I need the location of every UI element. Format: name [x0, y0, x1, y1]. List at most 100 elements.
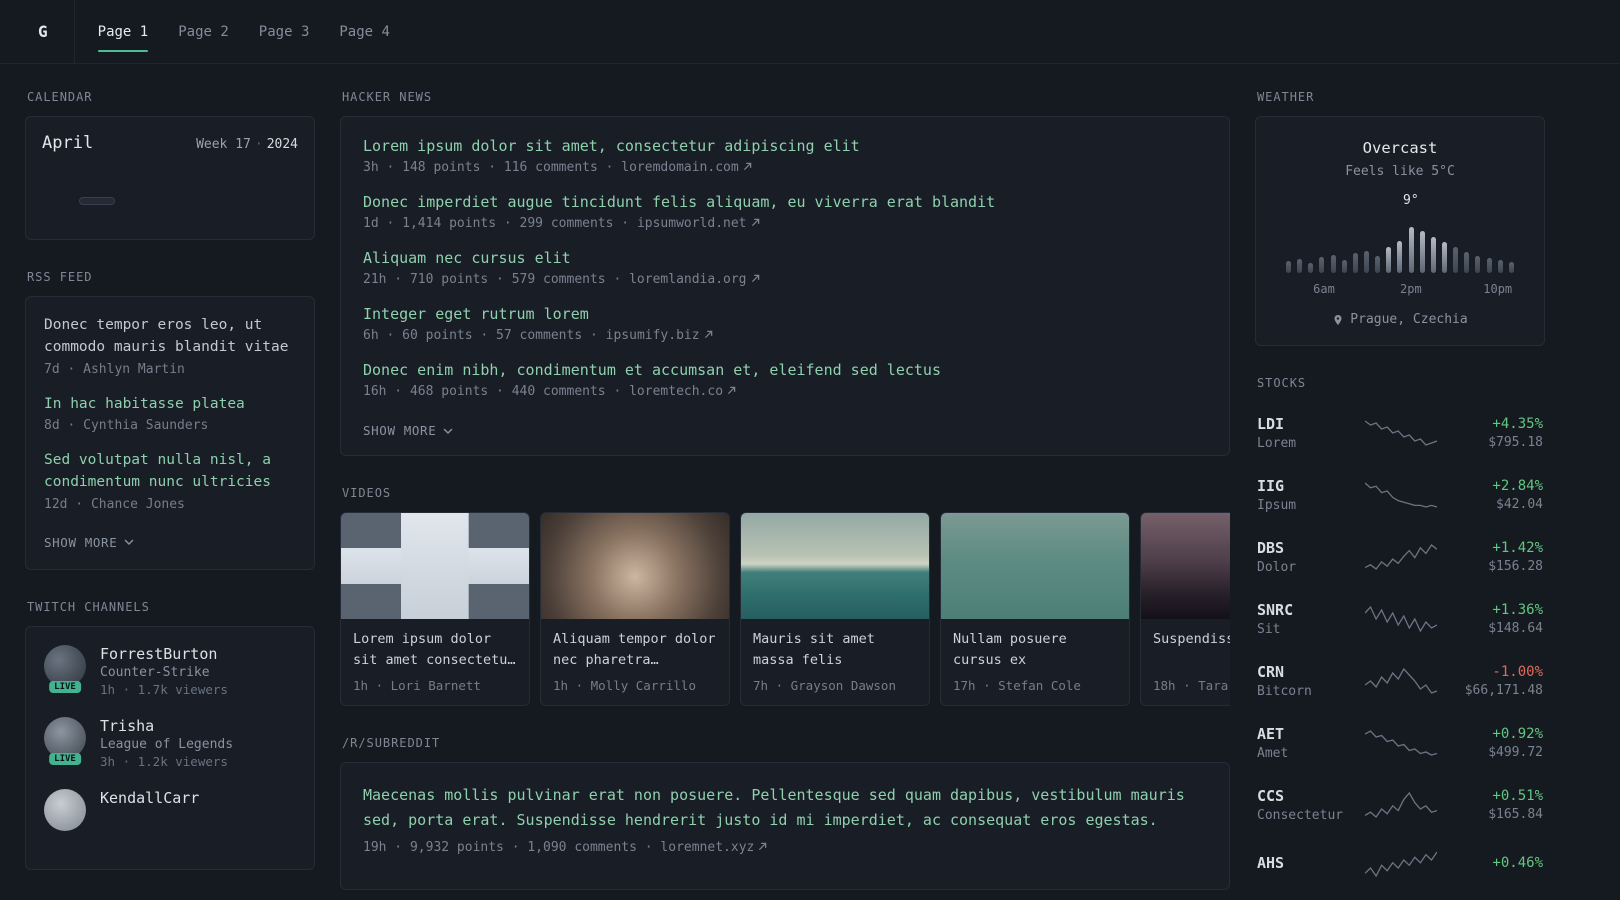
calendar-week-label: Week 17: [196, 137, 251, 152]
video-card-body: Lorem ipsum dolor sit amet consectetu… 1…: [341, 619, 529, 705]
stock-values: +0.51% $165.84: [1437, 788, 1543, 822]
hn-item-title[interactable]: Donec enim nibh, condimentum et accumsan…: [363, 361, 1207, 379]
page-tab[interactable]: Page 4: [324, 0, 405, 63]
weather-feels-like: Feels like 5°C: [1345, 164, 1455, 179]
hn-item-title[interactable]: Donec imperdiet augue tincidunt felis al…: [363, 193, 1207, 211]
weather-hourly-chart: 9° 6am 2pm 10pm: [1286, 193, 1514, 298]
hn-item-title[interactable]: Integer eget rutrum lorem: [363, 305, 1207, 323]
channel-name[interactable]: KendallCarr: [100, 789, 199, 807]
live-badge: LIVE: [49, 752, 81, 765]
video-card[interactable]: Suspendisse diam 18h · Tara: [1140, 512, 1230, 706]
rss-show-more-label: SHOW MORE: [44, 534, 118, 550]
stock-row[interactable]: AET Amet +0.92% $499.72: [1255, 712, 1545, 774]
stock-ticker: DBS: [1257, 539, 1285, 557]
channel-game: Counter-Strike: [100, 664, 210, 680]
video-card-body: Mauris sit amet massa felis 7h · Grayson…: [741, 619, 929, 705]
stock-name: Lorem: [1257, 436, 1297, 451]
hn-item-domain[interactable]: loremtech.co: [629, 384, 736, 399]
rss-item[interactable]: Sed volutpat nulla nisl, a condimentum n…: [44, 450, 296, 512]
subreddit-post-meta: 19h · 9,932 points · 1,090 comments · lo…: [363, 840, 1207, 855]
calendar-day: [115, 213, 152, 221]
video-title[interactable]: Aliquam tempor dolor nec pharetra…: [553, 629, 717, 671]
video-card[interactable]: Aliquam tempor dolor nec pharetra… 1h · …: [540, 512, 730, 706]
calendar-day: [42, 181, 79, 189]
twitch-channel-list: LIVE ForrestBurton Counter-Strike 1h · 1…: [44, 644, 296, 831]
hn-item: Donec imperdiet augue tincidunt felis al…: [363, 193, 1207, 231]
twitch-channel[interactable]: LIVE ForrestBurton Counter-Strike 1h · 1…: [44, 644, 296, 697]
weather-bar: [1441, 242, 1447, 273]
weather-time-label: 2pm: [1400, 282, 1422, 296]
subreddit-post-domain[interactable]: loremnet.xyz: [660, 840, 767, 855]
channel-name[interactable]: ForrestBurton: [100, 645, 228, 663]
hn-item-domain[interactable]: ipsumify.biz: [606, 328, 713, 343]
video-card[interactable]: Nullam posuere cursus ex 17h · Stefan Co…: [940, 512, 1130, 706]
video-title[interactable]: Nullam posuere cursus ex: [953, 629, 1117, 671]
weather-bars: [1286, 217, 1514, 273]
video-thumbnail[interactable]: [541, 513, 729, 619]
weather-location[interactable]: Prague, Czechia: [1274, 312, 1526, 327]
stock-ticker: CRN: [1257, 663, 1285, 681]
rss-item[interactable]: In hac habitasse platea 8d · Cynthia Sau…: [44, 394, 296, 434]
video-title[interactable]: Mauris sit amet massa felis: [753, 629, 917, 671]
stock-row[interactable]: LDI Lorem +4.35% $795.18: [1255, 402, 1545, 464]
page-tab[interactable]: Page 2: [163, 0, 244, 63]
video-card[interactable]: Mauris sit amet massa felis 7h · Grayson…: [740, 512, 930, 706]
stock-row[interactable]: IIG Ipsum +2.84% $42.04: [1255, 464, 1545, 526]
hn-item-title[interactable]: Aliquam nec cursus elit: [363, 249, 1207, 267]
stock-change: +1.36%: [1492, 602, 1543, 618]
video-thumbnail[interactable]: [741, 513, 929, 619]
twitch-channel[interactable]: LIVE Trisha League of Legends 3h · 1.2k …: [44, 716, 296, 769]
rss-item-title[interactable]: In hac habitasse platea: [44, 394, 296, 416]
video-thumbnail[interactable]: [941, 513, 1129, 619]
channel-name[interactable]: Trisha: [100, 717, 233, 735]
external-link-icon: [759, 842, 767, 850]
stock-values: +0.46%: [1437, 855, 1543, 874]
widget-title-videos: VIDEOS: [342, 486, 392, 500]
stock-labels: SNRC Sit: [1257, 601, 1365, 637]
weather-bar: [1330, 255, 1336, 273]
stock-name: Sit: [1257, 622, 1281, 637]
page-tab[interactable]: Page 3: [244, 0, 325, 63]
calendar-day: [115, 181, 152, 189]
app-logo[interactable]: G: [28, 0, 75, 63]
calendar-day: [152, 181, 189, 189]
rss-item-title[interactable]: Donec tempor eros leo, ut commodo mauris…: [44, 315, 296, 359]
subreddit-post-title[interactable]: Maecenas mollis pulvinar erat non posuer…: [363, 783, 1207, 833]
stock-row[interactable]: CRN Bitcorn -1.00% $66,171.48: [1255, 650, 1545, 712]
calendar-days-grid: [42, 181, 298, 221]
channel-info: KendallCarr: [100, 789, 199, 831]
video-title[interactable]: Lorem ipsum dolor sit amet consectetu…: [353, 629, 517, 671]
weather-bar: [1308, 263, 1314, 273]
stock-values: +1.42% $156.28: [1437, 540, 1543, 574]
rss-item[interactable]: Donec tempor eros leo, ut commodo mauris…: [44, 315, 296, 377]
video-card[interactable]: Lorem ipsum dolor sit amet consectetu… 1…: [340, 512, 530, 706]
weather-bar: [1341, 260, 1347, 273]
hn-item-domain[interactable]: loremdomain.com: [621, 160, 751, 175]
stock-labels: DBS Dolor: [1257, 539, 1365, 575]
widget-title-stocks: STOCKS: [1257, 376, 1307, 390]
widget-title-hackernews: HACKER NEWS: [342, 90, 433, 104]
stock-row[interactable]: SNRC Sit +1.36% $148.64: [1255, 588, 1545, 650]
calendar-day: [79, 181, 116, 189]
video-thumbnail[interactable]: [341, 513, 529, 619]
hn-item: Donec enim nibh, condimentum et accumsan…: [363, 361, 1207, 399]
stock-row[interactable]: AHS +0.46%: [1255, 836, 1545, 892]
stock-labels: CRN Bitcorn: [1257, 663, 1365, 699]
page-tab[interactable]: Page 1: [83, 0, 164, 63]
twitch-channel[interactable]: KendallCarr: [44, 788, 296, 831]
rss-item-title[interactable]: Sed volutpat nulla nisl, a condimentum n…: [44, 450, 296, 494]
hn-item-domain[interactable]: loremlandia.org: [629, 272, 759, 287]
hn-item-domain[interactable]: ipsumworld.net: [637, 216, 760, 231]
calendar-day: [188, 197, 225, 205]
channel-meta: 1h · 1.7k viewers: [100, 681, 228, 697]
hn-item-title[interactable]: Lorem ipsum dolor sit amet, consectetur …: [363, 137, 1207, 155]
rss-show-more-button[interactable]: SHOW MORE: [44, 535, 134, 550]
stock-labels: AET Amet: [1257, 725, 1365, 761]
stock-row[interactable]: DBS Dolor +1.42% $156.28: [1255, 526, 1545, 588]
calendar-day: [188, 213, 225, 221]
hn-show-more-button[interactable]: SHOW MORE: [363, 423, 453, 438]
video-thumbnail[interactable]: [1141, 513, 1230, 619]
hackernews-list: Lorem ipsum dolor sit amet, consectetur …: [363, 137, 1207, 399]
stock-row[interactable]: CCS Consectetur +0.51% $165.84: [1255, 774, 1545, 836]
video-title[interactable]: Suspendisse diam: [1153, 629, 1230, 671]
